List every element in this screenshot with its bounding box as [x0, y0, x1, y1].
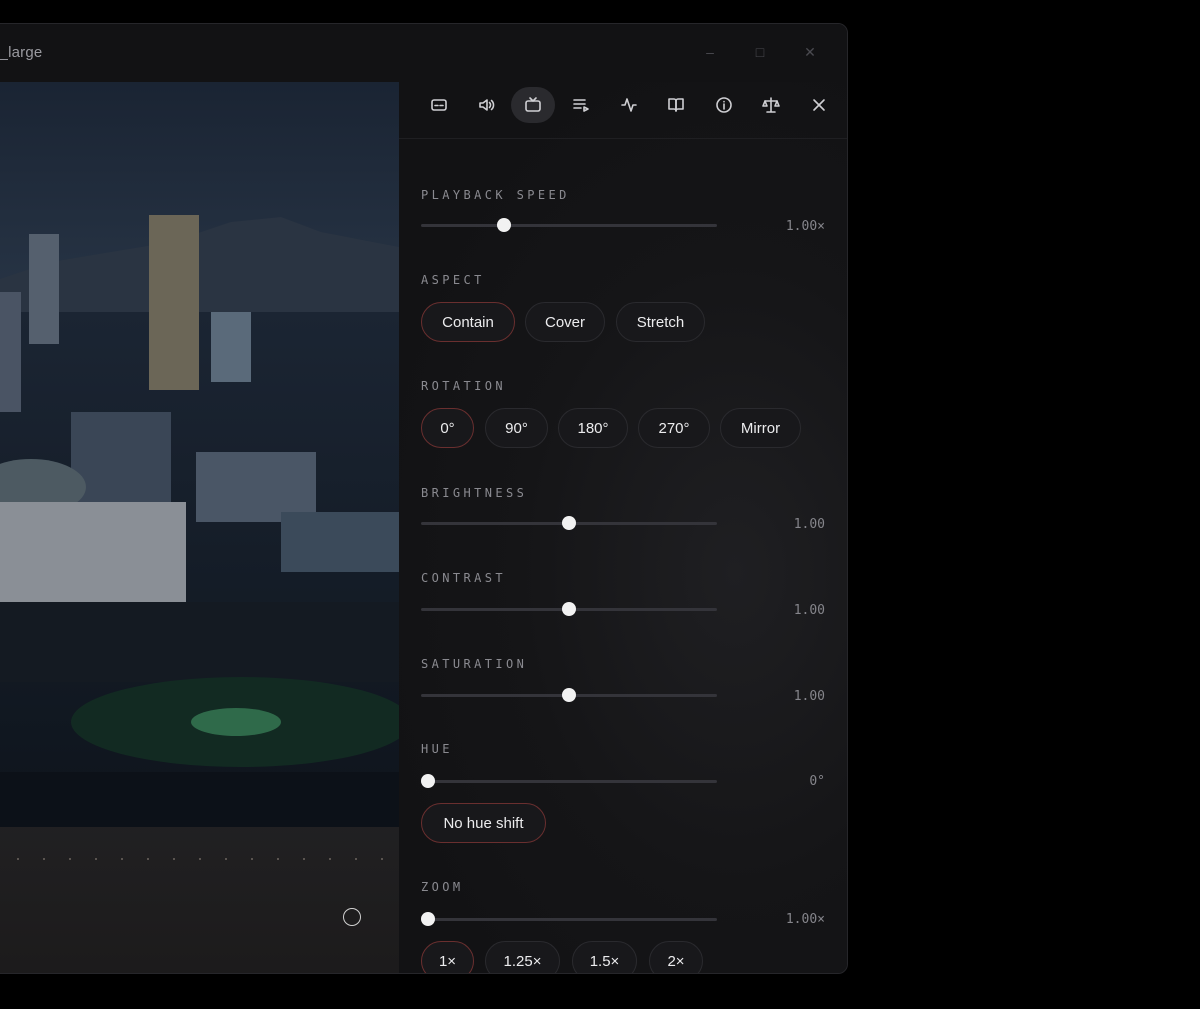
- info-icon: [716, 97, 732, 113]
- zoom-label: ZOOM: [421, 880, 464, 894]
- rotation-label: ROTATION: [421, 379, 506, 393]
- book-icon: [668, 98, 684, 112]
- zoom-1-25x-button[interactable]: 1.25×: [485, 941, 560, 973]
- minimize-icon[interactable]: –: [700, 42, 720, 62]
- rotation-90-button[interactable]: 90°: [485, 408, 548, 448]
- app-window: 9_large – □ ✕: [0, 23, 848, 974]
- saturation-slider[interactable]: [421, 688, 717, 702]
- aspect-stretch-button[interactable]: Stretch: [616, 302, 705, 342]
- tab-activity[interactable]: [607, 87, 651, 123]
- title-bar: 9_large – □ ✕: [0, 24, 847, 82]
- tv-icon: [525, 97, 541, 112]
- hue-slider[interactable]: [421, 774, 717, 788]
- settings-panel: PLAYBACK SPEED 1.00× ASPECT Contain Cove…: [399, 82, 847, 973]
- volume-icon: [479, 99, 495, 111]
- tab-audio[interactable]: [464, 87, 508, 123]
- contrast-value: 1.00: [793, 603, 825, 618]
- activity-icon: [621, 98, 637, 112]
- timeline-track[interactable]: [0, 849, 399, 889]
- playback-speed-value: 1.00×: [785, 219, 825, 234]
- subtitles-icon: [431, 99, 447, 111]
- hue-value: 0°: [809, 774, 825, 789]
- rotation-0-button[interactable]: 0°: [421, 408, 474, 448]
- rotation-mirror-button[interactable]: Mirror: [720, 408, 801, 448]
- video-viewport[interactable]: [0, 82, 399, 973]
- aspect-cover-button[interactable]: Cover: [525, 302, 605, 342]
- slider-thumb[interactable]: [562, 602, 576, 616]
- window-close-icon[interactable]: ✕: [800, 42, 820, 62]
- contrast-label: CONTRAST: [421, 571, 506, 585]
- close-icon: [813, 99, 825, 111]
- brightness-label: BRIGHTNESS: [421, 486, 528, 500]
- speed-gauge-icon[interactable]: [343, 908, 361, 926]
- maximize-icon[interactable]: □: [750, 42, 770, 62]
- zoom-1x-button[interactable]: 1×: [421, 941, 474, 973]
- zoom-2x-button[interactable]: 2×: [649, 941, 703, 973]
- brightness-value: 1.00: [793, 517, 825, 532]
- saturation-label: SATURATION: [421, 657, 528, 671]
- tab-playlist[interactable]: [559, 87, 603, 123]
- zoom-1-5x-button[interactable]: 1.5×: [572, 941, 637, 973]
- tab-display[interactable]: [511, 87, 555, 123]
- tab-compare[interactable]: [749, 87, 793, 123]
- saturation-value: 1.00: [793, 689, 825, 704]
- playlist-icon: [573, 99, 589, 112]
- tab-info[interactable]: [702, 87, 746, 123]
- scale-icon: [762, 97, 780, 113]
- slider-track: [421, 918, 717, 921]
- no-hue-shift-button[interactable]: No hue shift: [421, 803, 546, 843]
- slider-track: [421, 224, 717, 227]
- brightness-slider[interactable]: [421, 516, 717, 530]
- zoom-slider[interactable]: [421, 912, 717, 926]
- rotation-270-button[interactable]: 270°: [638, 408, 710, 448]
- playback-speed-slider[interactable]: [421, 218, 717, 232]
- slider-thumb[interactable]: [421, 912, 435, 926]
- tab-subtitles[interactable]: [417, 87, 461, 123]
- hue-label: HUE: [421, 742, 453, 756]
- window-title: 9_large: [0, 44, 43, 61]
- player-controls-overlay: [0, 827, 399, 973]
- slider-track: [421, 780, 717, 783]
- panel-close-button[interactable]: [797, 87, 841, 123]
- playback-speed-label: PLAYBACK SPEED: [421, 188, 570, 202]
- contrast-slider[interactable]: [421, 602, 717, 616]
- slider-thumb[interactable]: [562, 688, 576, 702]
- aspect-contain-button[interactable]: Contain: [421, 302, 515, 342]
- panel-tabbar: [399, 82, 847, 139]
- slider-thumb[interactable]: [496, 218, 511, 232]
- zoom-value: 1.00×: [785, 912, 825, 927]
- slider-thumb[interactable]: [562, 516, 576, 530]
- slider-thumb[interactable]: [421, 774, 435, 788]
- aspect-label: ASPECT: [421, 273, 485, 287]
- tab-chapters[interactable]: [654, 87, 698, 123]
- rotation-180-button[interactable]: 180°: [558, 408, 628, 448]
